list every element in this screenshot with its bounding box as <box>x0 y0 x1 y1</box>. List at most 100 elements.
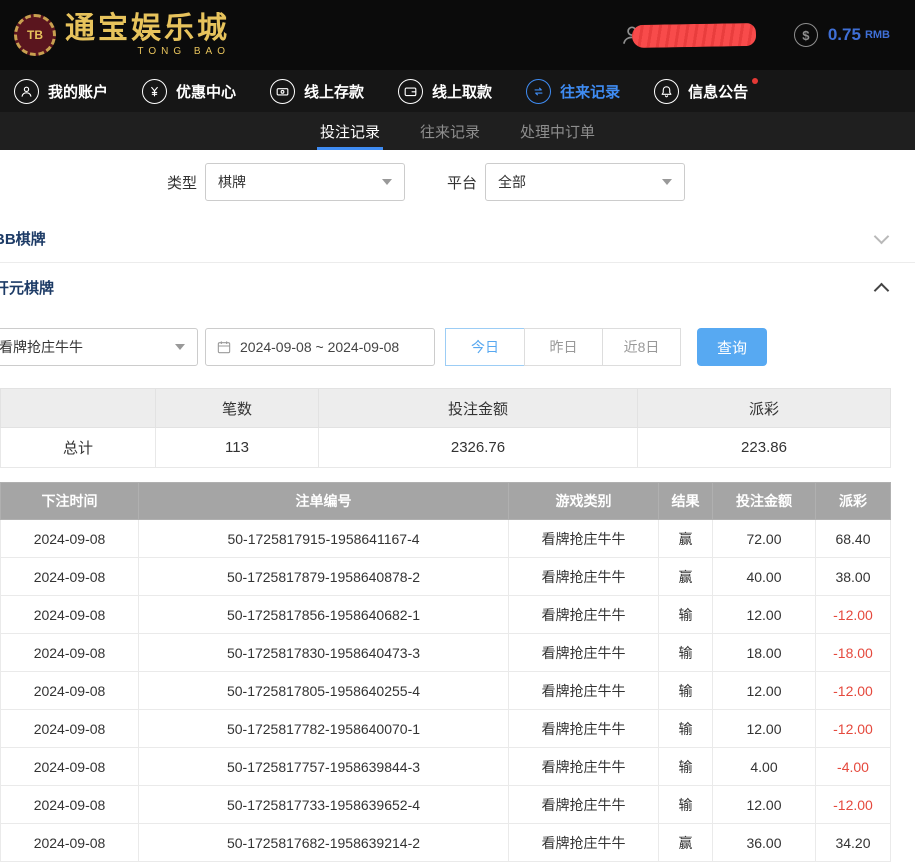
cell-date: 2024-09-08 <box>1 786 139 824</box>
tab-processing-orders[interactable]: 处理中订单 <box>517 112 598 150</box>
last8days-button[interactable]: 近8日 <box>602 328 681 366</box>
cell-order: 50-1725817856-1958640682-1 <box>139 596 509 634</box>
chevron-down-icon <box>662 179 672 185</box>
nav-label: 线上存款 <box>304 81 364 102</box>
tab-transaction-records[interactable]: 往来记录 <box>417 112 483 150</box>
cell-payout: 34.20 <box>816 824 891 862</box>
nav-item-my-account[interactable]: 我的账户 <box>14 79 108 104</box>
user-icon <box>14 79 39 104</box>
cell-game: 看牌抢庄牛牛 <box>509 710 659 748</box>
cell-order: 50-1725817830-1958640473-3 <box>139 634 509 672</box>
cell-game: 看牌抢庄牛牛 <box>509 520 659 558</box>
cell-date: 2024-09-08 <box>1 824 139 862</box>
table-row[interactable]: 2024-09-0850-1725817782-1958640070-1看牌抢庄… <box>1 710 891 748</box>
bet-table-body: 2024-09-0850-1725817915-1958641167-4看牌抢庄… <box>1 520 891 862</box>
sub-tabs: 投注记录 往来记录 处理中订单 <box>0 112 915 150</box>
table-row[interactable]: 2024-09-0850-1725817856-1958640682-1看牌抢庄… <box>1 596 891 634</box>
section-bb-qipai[interactable]: BB棋牌 <box>0 215 915 263</box>
chevron-up-icon[interactable] <box>874 282 890 298</box>
cell-game: 看牌抢庄牛牛 <box>509 596 659 634</box>
yesterday-button[interactable]: 昨日 <box>524 328 603 366</box>
table-row[interactable]: 2024-09-0850-1725817733-1958639652-4看牌抢庄… <box>1 786 891 824</box>
game-select[interactable]: 看牌抢庄牛牛 <box>0 328 198 366</box>
user-area: $ 0.75 RMB <box>619 22 890 48</box>
cell-order: 50-1725817805-1958640255-4 <box>139 672 509 710</box>
type-select[interactable]: 棋牌 <box>205 163 405 201</box>
header-order-number: 注单编号 <box>139 483 509 520</box>
cell-result: 输 <box>659 748 713 786</box>
table-row[interactable]: 2024-09-0850-1725817757-1958639844-3看牌抢庄… <box>1 748 891 786</box>
main-content: 类型 棋牌 平台 全部 BB棋牌 开元棋牌 看牌抢庄牛牛 2024-09-08 … <box>0 163 915 862</box>
table-row[interactable]: 2024-09-0850-1725817915-1958641167-4看牌抢庄… <box>1 520 891 558</box>
nav-item-transaction-records[interactable]: 往来记录 <box>526 79 620 104</box>
filter-row: 类型 棋牌 平台 全部 <box>167 163 915 201</box>
search-button[interactable]: 查询 <box>697 328 767 366</box>
summary-total-payout: 223.86 <box>638 428 891 468</box>
summary-table: 笔数 投注金额 派彩 总计 113 2326.76 223.86 <box>0 388 891 468</box>
cell-result: 输 <box>659 634 713 672</box>
tab-bet-records[interactable]: 投注记录 <box>317 112 383 150</box>
platform-group: 平台 全部 <box>447 163 685 201</box>
tab-label: 往来记录 <box>420 121 480 142</box>
nav-item-announcements[interactable]: 信息公告 <box>654 79 748 104</box>
table-row[interactable]: 2024-09-0850-1725817879-1958640878-2看牌抢庄… <box>1 558 891 596</box>
today-button[interactable]: 今日 <box>445 328 525 366</box>
cell-bet: 12.00 <box>713 596 816 634</box>
table-row[interactable]: 2024-09-0850-1725817805-1958640255-4看牌抢庄… <box>1 672 891 710</box>
cell-payout: -12.00 <box>816 672 891 710</box>
summary-header-row: 笔数 投注金额 派彩 <box>1 389 891 428</box>
nav-item-deposit[interactable]: 线上存款 <box>270 79 364 104</box>
balance-amount: 0.75 <box>828 25 861 45</box>
cell-result: 赢 <box>659 824 713 862</box>
nav-item-withdraw[interactable]: 线上取款 <box>398 79 492 104</box>
type-select-value: 棋牌 <box>218 172 246 192</box>
logo-subtitle: TONG BAO <box>65 46 230 57</box>
cell-date: 2024-09-08 <box>1 558 139 596</box>
nav-label: 我的账户 <box>48 81 108 102</box>
game-filter-row: 看牌抢庄牛牛 2024-09-08 ~ 2024-09-08 今日 昨日 近8日… <box>0 328 915 366</box>
cell-game: 看牌抢庄牛牛 <box>509 824 659 862</box>
header-result: 结果 <box>659 483 713 520</box>
date-range-input[interactable]: 2024-09-08 ~ 2024-09-08 <box>205 328 435 366</box>
platform-select-value: 全部 <box>498 172 526 192</box>
section-kaiyuan-qipai[interactable]: 开元棋牌 <box>0 263 915 311</box>
cell-bet: 12.00 <box>713 672 816 710</box>
header-bet-time: 下注时间 <box>1 483 139 520</box>
cell-order: 50-1725817915-1958641167-4 <box>139 520 509 558</box>
chevron-down-icon <box>382 179 392 185</box>
notification-dot <box>752 78 758 84</box>
table-row[interactable]: 2024-09-0850-1725817682-1958639214-2看牌抢庄… <box>1 824 891 862</box>
section-title: BB棋牌 <box>0 228 46 249</box>
cell-bet: 12.00 <box>713 710 816 748</box>
game-select-value: 看牌抢庄牛牛 <box>0 337 83 357</box>
section-title: 开元棋牌 <box>0 277 54 298</box>
summary-header-count: 笔数 <box>156 389 319 428</box>
platform-select[interactable]: 全部 <box>485 163 685 201</box>
cell-game: 看牌抢庄牛牛 <box>509 634 659 672</box>
balance-currency: RMB <box>865 29 890 41</box>
chevron-down-icon[interactable] <box>874 228 890 244</box>
main-nav: 我的账户 优惠中心 线上存款 线上取款 往来记录 信息公告 <box>0 70 915 112</box>
wallet-icon <box>398 79 423 104</box>
bet-table-header-row: 下注时间 注单编号 游戏类别 结果 投注金额 派彩 <box>1 483 891 520</box>
cell-game: 看牌抢庄牛牛 <box>509 748 659 786</box>
tab-label: 处理中订单 <box>520 121 595 142</box>
nav-item-promotions[interactable]: 优惠中心 <box>142 79 236 104</box>
platform-label: 平台 <box>447 172 477 193</box>
summary-total-row: 总计 113 2326.76 223.86 <box>1 428 891 468</box>
cell-result: 输 <box>659 672 713 710</box>
summary-total-label: 总计 <box>1 428 156 468</box>
chevron-down-icon <box>175 344 185 350</box>
logo-chip-icon: TB <box>14 14 56 56</box>
currency-icon: $ <box>794 23 818 47</box>
cell-payout: -18.00 <box>816 634 891 672</box>
cell-payout: 38.00 <box>816 558 891 596</box>
cell-bet: 40.00 <box>713 558 816 596</box>
cell-date: 2024-09-08 <box>1 634 139 672</box>
table-row[interactable]: 2024-09-0850-1725817830-1958640473-3看牌抢庄… <box>1 634 891 672</box>
site-logo[interactable]: TB 通宝娱乐城 TONG BAO <box>14 14 230 57</box>
logo-title: 通宝娱乐城 <box>65 14 230 44</box>
cell-order: 50-1725817782-1958640070-1 <box>139 710 509 748</box>
cell-order: 50-1725817733-1958639652-4 <box>139 786 509 824</box>
cell-bet: 36.00 <box>713 824 816 862</box>
